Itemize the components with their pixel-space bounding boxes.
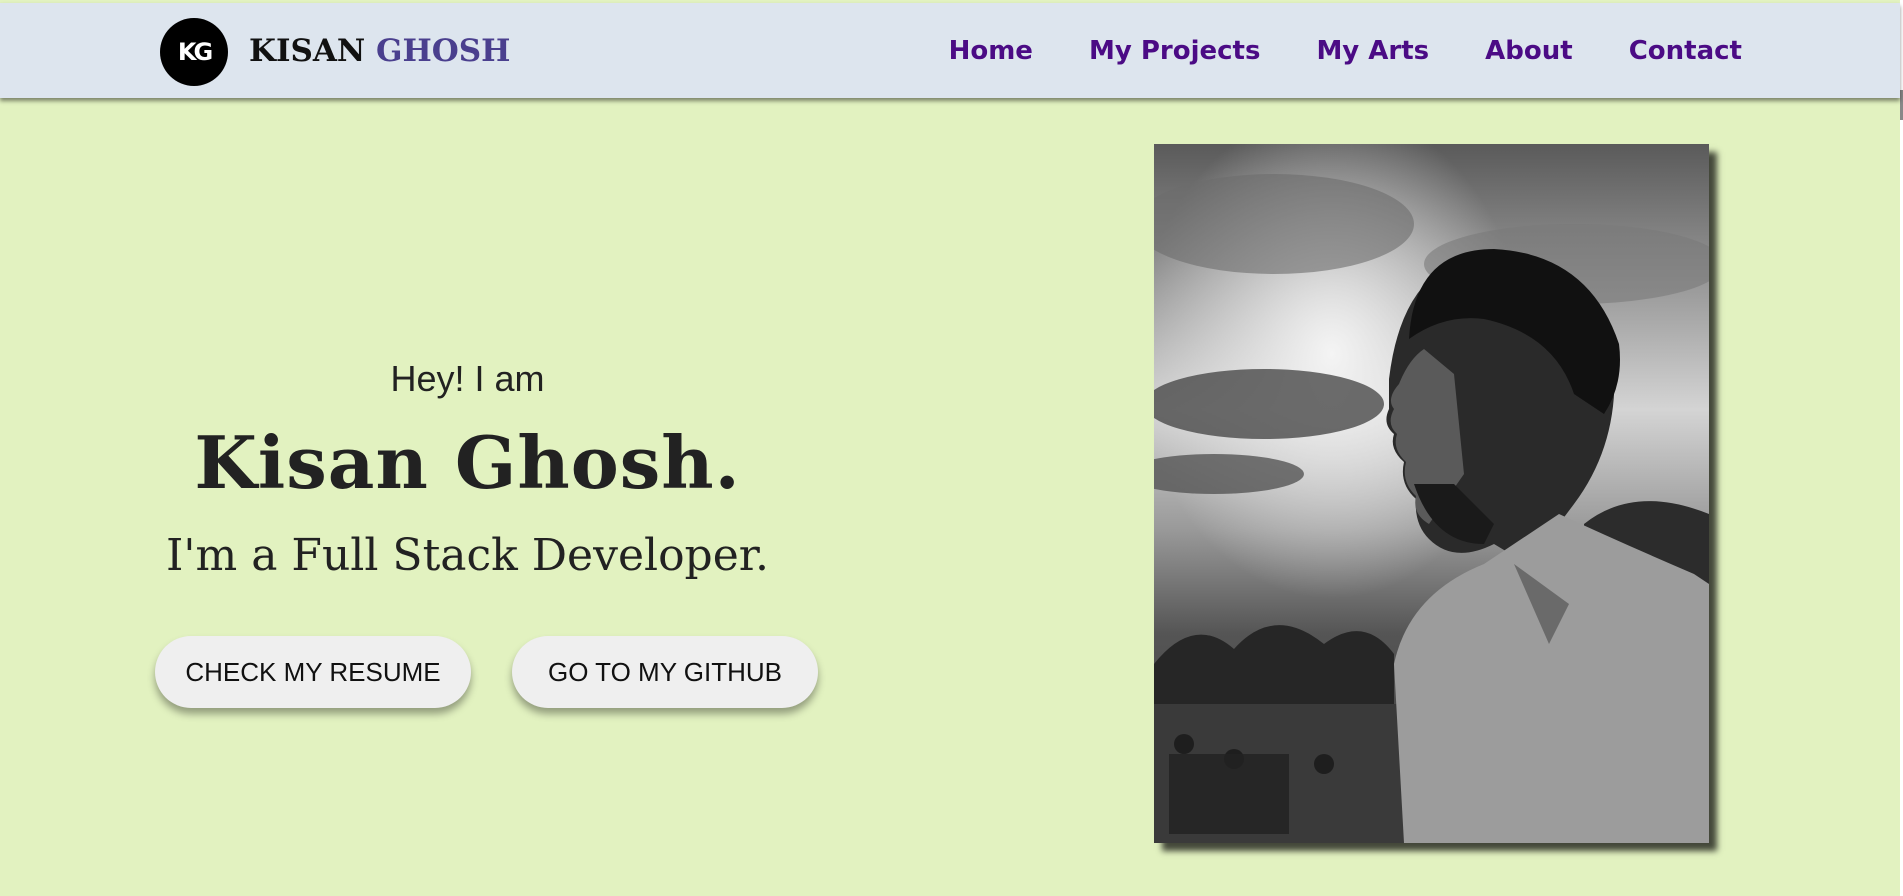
hero-role: I'm a Full Stack Developer.: [166, 530, 769, 581]
hero-name: Kisan Ghosh.: [194, 420, 741, 505]
nav-home[interactable]: Home: [949, 36, 1033, 66]
brand-last-name: GHOSH: [376, 33, 511, 69]
main-nav: Home My Projects My Arts About Contact: [893, 36, 1742, 66]
navbar: KG KISAN GHOSH Home My Projects My Arts …: [0, 3, 1900, 98]
profile-photo-illustration: [1154, 144, 1709, 843]
hero-greeting: Hey! I am: [390, 358, 545, 399]
nav-my-arts[interactable]: My Arts: [1316, 36, 1429, 66]
nav-my-projects[interactable]: My Projects: [1089, 36, 1260, 66]
nav-contact[interactable]: Contact: [1629, 36, 1742, 66]
logo[interactable]: KG: [160, 18, 228, 86]
logo-text: KG: [177, 38, 213, 66]
nav-about[interactable]: About: [1485, 36, 1573, 66]
brand-first-name: KISAN: [249, 33, 366, 69]
profile-photo: [1154, 144, 1709, 843]
github-button[interactable]: GO TO MY GITHUB: [512, 636, 818, 708]
brand-name[interactable]: KISAN GHOSH: [249, 33, 510, 69]
check-resume-button[interactable]: CHECK MY RESUME: [155, 636, 471, 708]
